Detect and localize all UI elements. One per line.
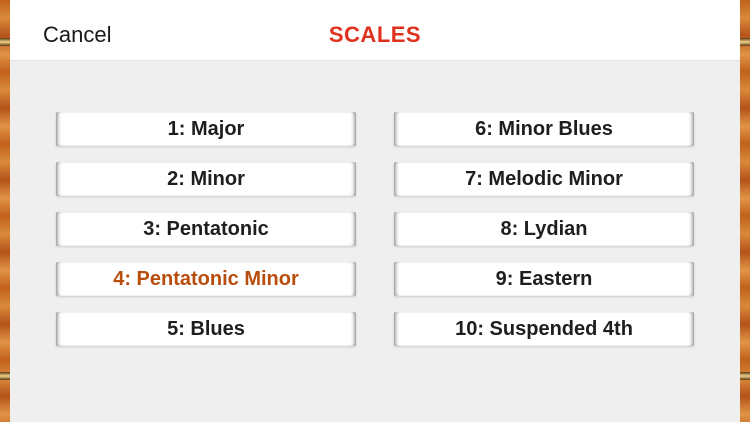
scale-column-right: 6: Minor Blues 7: Melodic Minor 8: Lydia… [394,112,694,362]
scale-button-eastern[interactable]: 9: Eastern [394,262,694,296]
scale-button-minor[interactable]: 2: Minor [56,162,356,196]
scale-button-suspended-4th[interactable]: 10: Suspended 4th [394,312,694,346]
fret-marker [740,372,750,380]
fret-marker [0,372,10,380]
page-title: SCALES [328,22,422,47]
scale-button-blues[interactable]: 5: Blues [56,312,356,346]
scale-column-left: 1: Major 2: Minor 3: Pentatonic 4: Penta… [56,112,356,362]
scale-button-pentatonic-minor[interactable]: 4: Pentatonic Minor [56,262,356,296]
wood-side-right [740,0,750,422]
fret-marker [740,38,750,46]
nav-bar: Cancel SCALES [10,0,740,61]
scale-button-melodic-minor[interactable]: 7: Melodic Minor [394,162,694,196]
fret-marker [0,38,10,46]
scales-sheet: Cancel SCALES 1: Major 2: Minor 3: Penta… [10,0,740,422]
scale-button-pentatonic[interactable]: 3: Pentatonic [56,212,356,246]
scale-button-lydian[interactable]: 8: Lydian [394,212,694,246]
wood-side-left [0,0,10,422]
scale-button-minor-blues[interactable]: 6: Minor Blues [394,112,694,146]
scale-button-major[interactable]: 1: Major [56,112,356,146]
